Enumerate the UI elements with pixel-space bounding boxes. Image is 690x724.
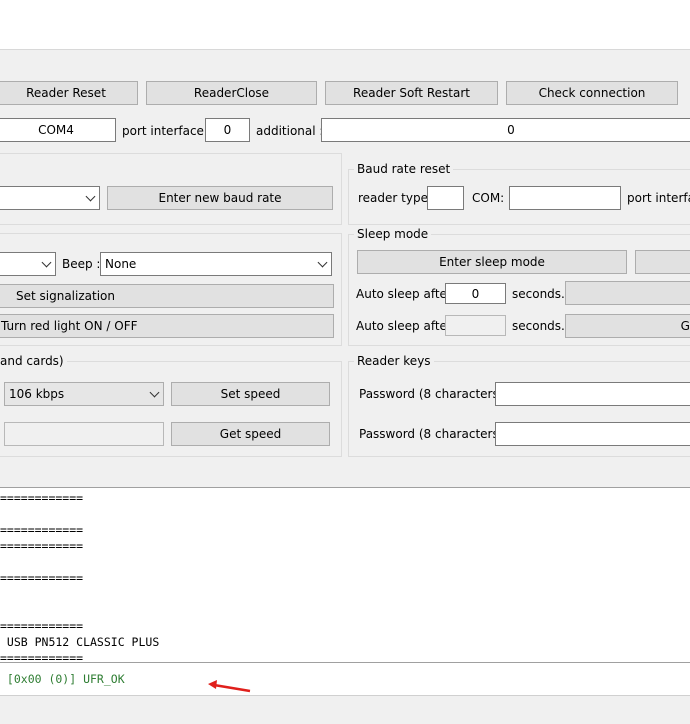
set-auto-sleep-button[interactable] <box>565 281 690 305</box>
baud-rate-select[interactable] <box>0 186 100 210</box>
get-speed-value-field <box>4 422 164 446</box>
password-label-1: Password (8 characters) : <box>359 387 512 401</box>
auto-sleep-readout-field <box>445 315 506 336</box>
set-speed-button[interactable]: Set speed <box>171 382 330 406</box>
set-signalization-button[interactable]: Set signalization <box>0 284 334 308</box>
arrow-left-icon <box>208 680 251 693</box>
enter-sleep-mode-button[interactable]: Enter sleep mode <box>357 250 627 274</box>
bottom-bar <box>0 696 690 724</box>
reader-close-button[interactable]: ReaderClose <box>146 81 317 105</box>
additional-label: additional : <box>256 124 324 138</box>
log-line: ============ <box>0 539 84 553</box>
reset-com-field[interactable] <box>509 186 621 210</box>
enter-new-baud-rate-button[interactable]: Enter new baud rate <box>107 186 333 210</box>
reader-reset-button[interactable]: Reader Reset <box>0 81 138 105</box>
seconds-label-2: seconds. <box>512 319 565 333</box>
speed-select-value: 106 kbps <box>9 387 65 401</box>
status-bar: [0x00 (0)] UFR_OK <box>0 662 690 696</box>
leave-sleep-mode-button[interactable] <box>635 250 690 274</box>
log-line: USB PN512 CLASSIC PLUS <box>0 635 160 649</box>
additional-field[interactable]: 0 <box>321 118 690 142</box>
beep-select[interactable]: None <box>100 252 332 276</box>
password-label-2: Password (8 characters) : <box>359 427 512 441</box>
reader-type-label: reader type <box>358 191 428 205</box>
speed-group-title: and cards) <box>0 354 67 368</box>
password-field-2[interactable] <box>495 422 690 446</box>
auto-sleep-label-2: Auto sleep after <box>356 319 452 333</box>
chevron-down-icon <box>85 191 96 202</box>
log-line: ============ <box>0 491 84 505</box>
red-light-toggle-button[interactable]: Turn red light ON / OFF <box>0 314 334 338</box>
speed-select[interactable]: 106 kbps <box>4 382 164 406</box>
status-text: [0x00 (0)] UFR_OK <box>0 672 125 686</box>
log-lines: ============ ============ ============ ==… <box>0 490 159 666</box>
top-panel <box>0 0 690 50</box>
password-field-1[interactable] <box>495 382 690 406</box>
log-line: ============ <box>0 619 84 633</box>
beep-select-value: None <box>105 257 137 271</box>
com-label: COM: <box>472 191 505 205</box>
reset-port-interface-label: port interfac <box>627 191 690 205</box>
seconds-label: seconds. <box>512 287 565 301</box>
reader-soft-restart-button[interactable]: Reader Soft Restart <box>325 81 498 105</box>
reader-type-field[interactable] <box>427 186 464 210</box>
chevron-down-icon <box>41 257 52 268</box>
beep-label: Beep : <box>62 257 101 271</box>
chevron-down-icon <box>149 387 160 398</box>
baud-rate-reset-title: Baud rate reset <box>354 162 454 176</box>
log-line: ============ <box>0 523 84 537</box>
sleep-mode-title: Sleep mode <box>354 227 432 241</box>
check-connection-button[interactable]: Check connection <box>506 81 678 105</box>
light-select[interactable] <box>0 252 56 276</box>
get-auto-sleep-button[interactable]: Get <box>565 314 690 338</box>
reader-keys-title: Reader keys <box>354 354 434 368</box>
log-line: ============ <box>0 571 84 585</box>
port-interface-field[interactable]: 0 <box>205 118 250 142</box>
port-interface-label: port interface : <box>122 124 212 138</box>
chevron-down-icon <box>317 257 328 268</box>
log-output[interactable]: ============ ============ ============ ==… <box>0 487 690 666</box>
auto-sleep-label: Auto sleep after <box>356 287 452 301</box>
get-speed-button[interactable]: Get speed <box>171 422 330 446</box>
auto-sleep-seconds-field[interactable]: 0 <box>445 283 506 304</box>
com-port-field[interactable]: COM4 <box>0 118 116 142</box>
